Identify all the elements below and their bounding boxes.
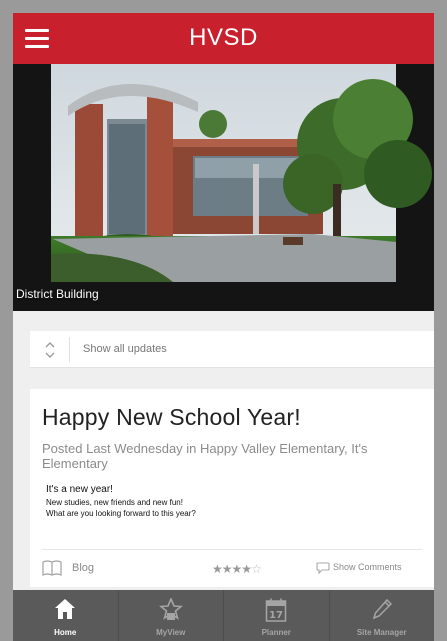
bottom-tab-bar: Home MyView 17 Planner Site Manager xyxy=(13,590,434,641)
tab-label: Site Manager xyxy=(356,628,407,637)
calendar-day: 17 xyxy=(269,610,283,621)
book-icon xyxy=(42,560,62,576)
tab-planner[interactable]: 17 Planner xyxy=(224,590,330,641)
pencil-icon xyxy=(372,598,392,620)
district-building-photo xyxy=(13,64,434,311)
post-body-line: What are you looking forward to this yea… xyxy=(46,509,196,518)
tab-label: Home xyxy=(54,628,77,637)
tab-home[interactable]: Home xyxy=(13,590,119,641)
post-title[interactable]: Happy New School Year! xyxy=(42,404,301,431)
up-down-chevron-icon xyxy=(45,342,55,358)
blog-label: Blog xyxy=(72,562,95,574)
comments-label: Show Comments xyxy=(333,562,402,572)
star-badge-icon xyxy=(158,598,183,620)
card-divider xyxy=(42,549,422,550)
app-title: HVSD xyxy=(189,24,258,51)
rating-stars[interactable]: ★★★★☆ xyxy=(212,560,262,576)
post-body: It's a new year! New studies, new friend… xyxy=(46,484,426,519)
updates-label: Show all updates xyxy=(83,343,167,355)
post-body-line: New studies, new friends and new fun! xyxy=(46,498,183,507)
tab-label: Planner xyxy=(261,628,291,637)
post-card: Happy New School Year! Posted Last Wedne… xyxy=(30,389,434,587)
hero-caption: District Building xyxy=(16,287,99,301)
calendar-icon: 17 xyxy=(266,598,287,622)
tab-site-manager[interactable]: Site Manager xyxy=(330,590,435,641)
tab-myview[interactable]: MyView xyxy=(119,590,224,641)
updates-divider xyxy=(69,337,70,362)
hero-image[interactable]: District Building xyxy=(13,64,434,311)
app-screen: HVSD District Building Show all updates … xyxy=(13,13,434,641)
app-header: HVSD xyxy=(13,13,434,64)
tab-label: MyView xyxy=(156,628,186,637)
half-star-icon: ☆ xyxy=(251,562,262,576)
post-meta: Posted Last Wednesday in Happy Valley El… xyxy=(42,441,368,471)
comment-bubble-icon xyxy=(316,562,330,574)
home-icon xyxy=(55,599,76,619)
post-body-line: It's a new year! xyxy=(46,484,113,495)
show-all-updates-button[interactable]: Show all updates xyxy=(30,331,434,368)
